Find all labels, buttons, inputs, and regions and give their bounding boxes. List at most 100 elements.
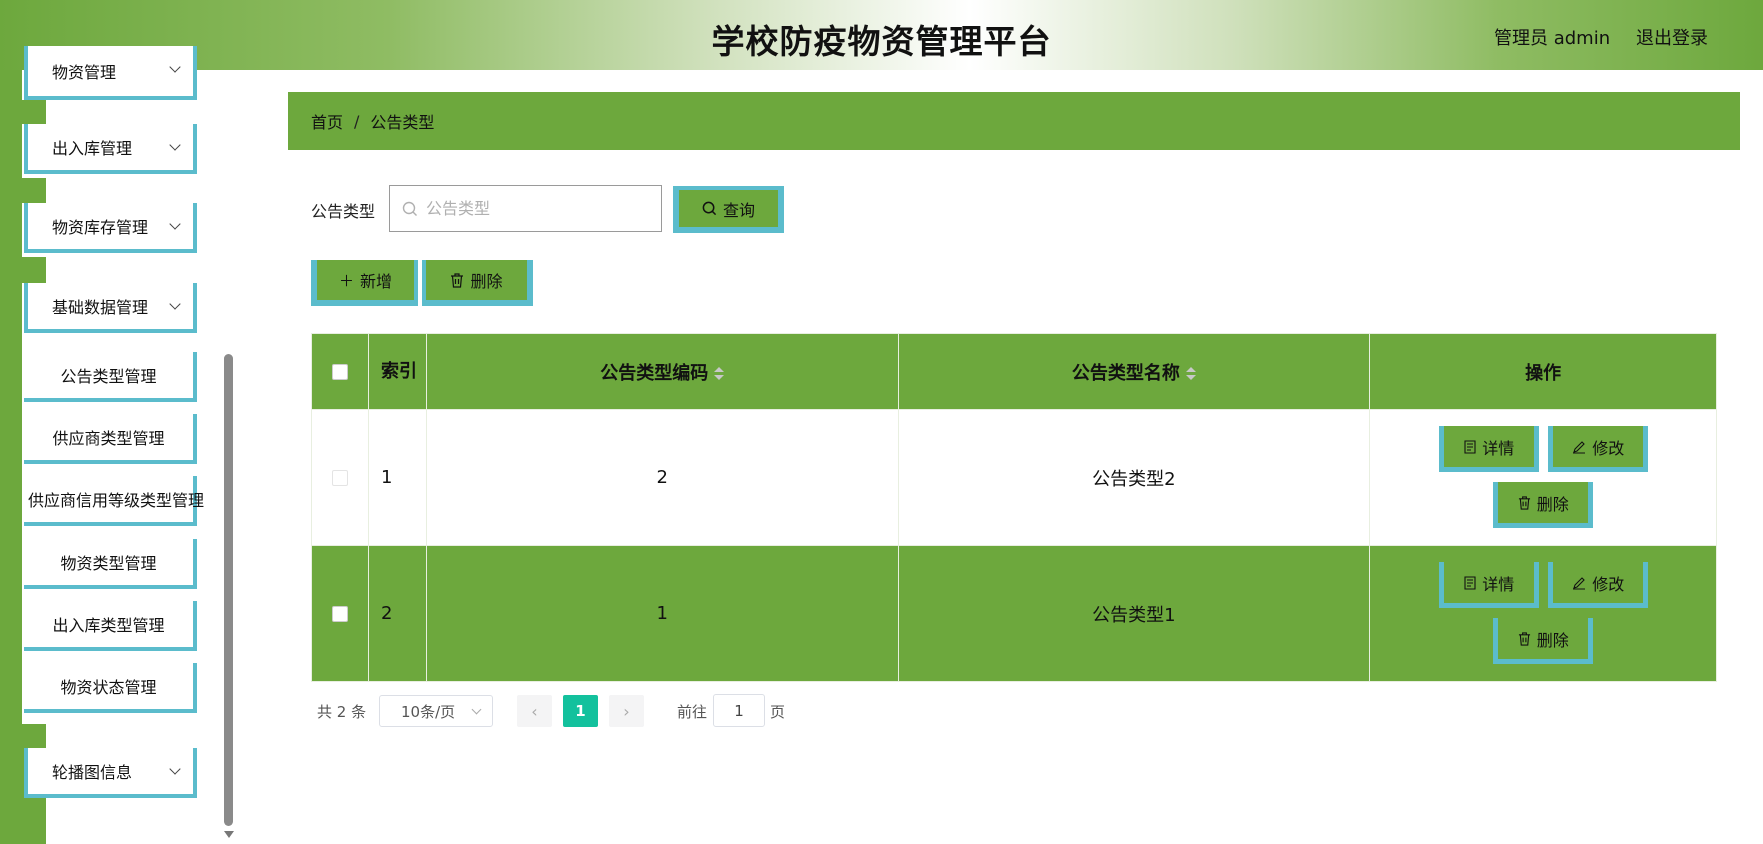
query-button-label: 查询 (722, 200, 755, 220)
query-button[interactable]: 查询 (673, 186, 784, 233)
row-code: 1 (425, 545, 899, 682)
delete-button[interactable]: 删除 (1493, 618, 1594, 664)
sidebar-group-basedata[interactable]: 基础数据管理 (24, 283, 197, 333)
sidebar-item-label: 出入库类型管理 (52, 616, 165, 635)
row-code: 2 (425, 409, 899, 546)
document-icon (1464, 575, 1476, 590)
sidebar-divider (22, 178, 46, 203)
sidebar-group-label: 物资库存管理 (52, 218, 149, 237)
sidebar-group-carousel[interactable]: 轮播图信息 (24, 748, 197, 798)
sidebar-item-supply-status[interactable]: 物资状态管理 (24, 663, 197, 713)
goto-page-input[interactable] (713, 694, 765, 727)
row-name: 公告类型2 (897, 409, 1371, 546)
column-header-name[interactable]: 公告类型名称 (897, 333, 1371, 410)
chevron-down-icon (169, 218, 181, 230)
row-select-cell (311, 409, 369, 546)
page-suffix: 页 (770, 703, 786, 721)
top-header: 学校防疫物资管理平台 管理员 admin 退出登录 (0, 0, 1763, 70)
breadcrumb-home[interactable]: 首页 (311, 109, 343, 133)
detail-button[interactable]: 详情 (1439, 426, 1540, 472)
sidebar-item-supplier-type[interactable]: 供应商类型管理 (24, 414, 197, 464)
table-header-row: 索引 公告类型编码 公告类型名称 操作 (311, 333, 1717, 410)
detail-button[interactable]: 详情 (1439, 562, 1540, 608)
sidebar-group-supplies[interactable]: 物资管理 (24, 46, 197, 100)
chevron-down-icon (471, 704, 482, 715)
chevron-down-icon (169, 61, 181, 73)
select-all-checkbox[interactable] (331, 364, 348, 380)
column-header-ops: 操作 (1369, 333, 1717, 410)
sidebar-divider (22, 100, 46, 124)
detail-button-label: 详情 (1482, 438, 1515, 458)
sidebar-group-label: 轮播图信息 (52, 763, 133, 782)
search-input[interactable] (426, 199, 656, 218)
logout-link[interactable]: 退出登录 (1636, 24, 1708, 50)
sidebar-item-label: 物资状态管理 (60, 678, 157, 697)
row-index: 2 (367, 545, 427, 682)
search-box[interactable] (389, 185, 662, 232)
edit-button[interactable]: 修改 (1548, 562, 1649, 608)
sidebar-group-label: 物资管理 (52, 63, 117, 82)
goto-label: 前往 (677, 703, 708, 721)
trash-icon (1518, 631, 1530, 646)
edit-button-label: 修改 (1592, 438, 1625, 458)
sidebar-group-label: 基础数据管理 (52, 298, 149, 317)
sidebar-group-label: 出入库管理 (52, 139, 133, 158)
row-checkbox[interactable] (331, 606, 348, 622)
prev-page-button[interactable]: ‹ (517, 695, 552, 727)
current-user: 管理员 admin (1494, 28, 1611, 49)
chevron-down-icon (169, 139, 181, 151)
row-ops-cell: 详情 修改 删除 (1369, 409, 1717, 546)
search-icon (402, 201, 417, 216)
batch-delete-button-label: 删除 (470, 272, 503, 291)
page-size-select[interactable]: 10条/页 (379, 695, 493, 727)
sidebar-divider (22, 257, 46, 283)
detail-button-label: 详情 (1482, 574, 1515, 594)
trash-icon (451, 272, 464, 288)
breadcrumb-separator: / (354, 111, 360, 131)
sidebar-divider (22, 724, 46, 748)
edit-pencil-icon (1573, 440, 1586, 454)
edit-pencil-icon (1573, 576, 1586, 590)
table-row: 1 2 公告类型2 详情 修改 删除 (311, 409, 1717, 546)
sidebar-item-inout-type[interactable]: 出入库类型管理 (24, 601, 197, 651)
column-header-code[interactable]: 公告类型编码 (425, 333, 899, 410)
sidebar-item-label: 供应商信用等级类型管理 (28, 491, 205, 510)
notice-type-table: 索引 公告类型编码 公告类型名称 操作 1 2 公告类型2 详情 修改 删除 2… (311, 333, 1717, 682)
delete-button[interactable]: 删除 (1493, 482, 1594, 528)
row-index: 1 (367, 409, 427, 546)
sidebar-item-supplier-credit-type[interactable]: 供应商信用等级类型管理 (24, 476, 204, 526)
edit-button-label: 修改 (1592, 574, 1625, 594)
chevron-right-icon: › (623, 701, 630, 721)
sort-icon[interactable] (714, 366, 725, 381)
sort-icon[interactable] (1185, 366, 1196, 381)
chevron-down-icon (169, 763, 181, 775)
delete-button-label: 删除 (1536, 630, 1569, 650)
row-select-cell (311, 545, 369, 682)
sidebar-item-notice-type[interactable]: 公告类型管理 (24, 352, 197, 402)
sidebar-item-label: 公告类型管理 (60, 367, 157, 386)
row-checkbox[interactable] (331, 470, 348, 486)
sidebar-group-stock[interactable]: 物资库存管理 (24, 203, 197, 253)
edit-button[interactable]: 修改 (1548, 426, 1649, 472)
chevron-down-icon (169, 298, 181, 310)
page-number-current[interactable]: 1 (563, 695, 598, 727)
column-header-index: 索引 (367, 333, 427, 410)
trash-icon (1518, 495, 1530, 510)
sidebar-item-supply-type[interactable]: 物资类型管理 (24, 539, 197, 589)
column-header-label: 公告类型名称 (1071, 362, 1180, 384)
select-all-cell (311, 333, 369, 410)
batch-delete-button[interactable]: 删除 (422, 260, 533, 306)
column-header-label: 公告类型编码 (600, 362, 709, 384)
pagination-total: 共 2 条 (317, 703, 367, 721)
page-size-value: 10条/页 (401, 702, 456, 721)
breadcrumb: 首页 / 公告类型 (288, 92, 1740, 150)
next-page-button[interactable]: › (609, 695, 644, 727)
scroll-down-arrow-icon[interactable] (224, 831, 234, 838)
sidebar-scrollbar[interactable] (224, 354, 233, 826)
chevron-left-icon: ‹ (531, 701, 538, 721)
add-button[interactable]: ＋ 新增 (311, 260, 418, 306)
sidebar-group-inout[interactable]: 出入库管理 (24, 124, 197, 174)
delete-button-label: 删除 (1536, 494, 1569, 514)
search-icon (702, 201, 717, 216)
breadcrumb-current: 公告类型 (370, 113, 435, 132)
